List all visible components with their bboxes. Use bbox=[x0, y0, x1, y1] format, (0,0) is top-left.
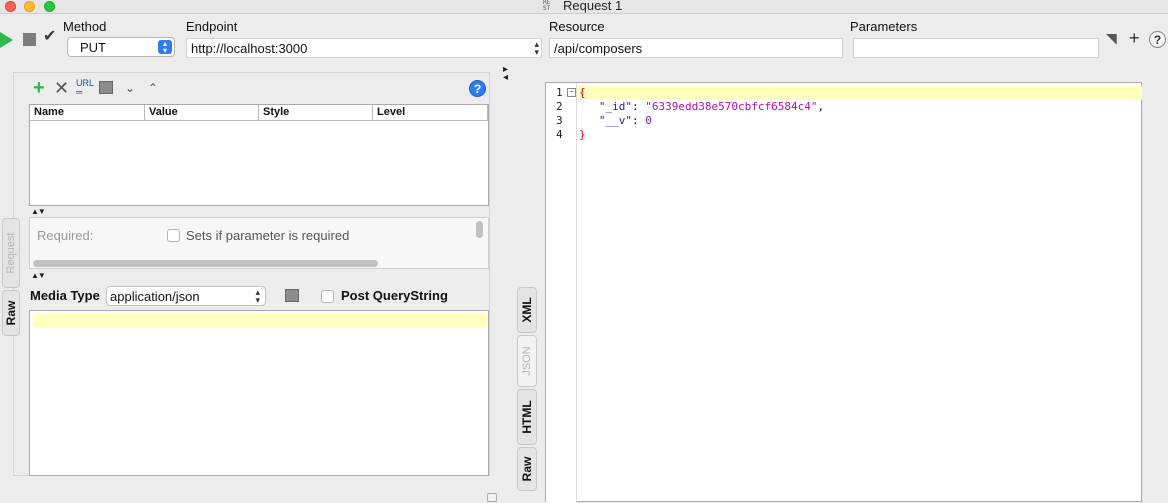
column-header-level[interactable]: Level bbox=[373, 105, 488, 121]
url-params-icon[interactable]: URL ═ bbox=[76, 79, 94, 97]
select-stepper-icon: ▴ ▾ bbox=[158, 40, 172, 55]
post-querystring-label: Post QueryString bbox=[341, 288, 448, 303]
splitter-arrows-icon[interactable]: ▲▼ bbox=[31, 272, 46, 280]
line-number-gutter bbox=[546, 83, 577, 503]
code-line: 2 "_id": "6339edd38e570cbfcf6584c4", bbox=[546, 100, 1143, 114]
method-value: PUT bbox=[80, 40, 106, 55]
params-help-icon[interactable]: ? bbox=[469, 80, 486, 97]
code-token: { bbox=[579, 86, 586, 99]
filter-icon[interactable]: ◥ bbox=[1106, 30, 1117, 47]
check-arrow-icon[interactable]: ✔ bbox=[43, 29, 56, 45]
media-type-value: application/json bbox=[110, 289, 200, 304]
required-label: Required: bbox=[37, 228, 94, 243]
run-icon[interactable] bbox=[0, 32, 13, 48]
params-grid-icon[interactable] bbox=[99, 81, 113, 94]
tab-html-label: HTML bbox=[520, 400, 534, 434]
response-editor[interactable]: − 1{2 "_id": "6339edd38e570cbfcf6584c4",… bbox=[545, 82, 1143, 503]
code-text: } bbox=[579, 128, 586, 142]
endpoint-label: Endpoint bbox=[186, 19, 238, 34]
media-type-select[interactable]: application/json ▴ ▾ bbox=[106, 286, 266, 306]
current-line-highlight bbox=[33, 314, 487, 327]
code-text: { bbox=[579, 86, 586, 100]
tab-request[interactable]: Request bbox=[2, 218, 20, 288]
tab-json[interactable]: JSON bbox=[517, 335, 537, 387]
tab-raw-response-label: Raw bbox=[520, 456, 534, 482]
title-bar: RE ST Request 1 bbox=[0, 0, 1168, 14]
params-table[interactable]: Name Value Style Level bbox=[29, 104, 489, 206]
tab-json-label: JSON bbox=[521, 346, 533, 376]
window-title: Request 1 bbox=[563, 0, 623, 13]
post-querystring-checkbox[interactable] bbox=[321, 290, 334, 303]
add-param-icon[interactable]: + bbox=[33, 78, 45, 98]
code-line: 1{ bbox=[546, 86, 1143, 100]
resource-label: Resource bbox=[549, 19, 605, 34]
media-type-label: Media Type bbox=[30, 288, 100, 303]
close-window-button[interactable] bbox=[5, 1, 16, 12]
method-label: Method bbox=[63, 19, 107, 34]
remove-param-icon[interactable]: ✕ bbox=[54, 79, 69, 97]
tab-html[interactable]: HTML bbox=[517, 389, 537, 445]
stop-icon[interactable] bbox=[23, 33, 36, 46]
parameters-label: Parameters bbox=[850, 19, 918, 34]
column-header-value[interactable]: Value bbox=[145, 105, 259, 121]
tab-raw-response[interactable]: Raw bbox=[517, 447, 537, 491]
required-checkbox[interactable] bbox=[167, 229, 180, 242]
move-up-icon[interactable]: ⌃ bbox=[148, 79, 158, 97]
resource-value: /api/composers bbox=[554, 41, 643, 56]
code-line: 3 "__v": 0 bbox=[546, 114, 1143, 128]
rest-document-icon: RE ST bbox=[543, 0, 551, 12]
tab-xml-label: XML bbox=[520, 297, 534, 323]
horizontal-scrollbar[interactable] bbox=[33, 260, 378, 267]
code-text: "__v": 0 bbox=[579, 114, 652, 128]
column-header-name[interactable]: Name bbox=[30, 105, 145, 121]
parameters-input[interactable] bbox=[853, 38, 1099, 58]
line-number: 2 bbox=[556, 100, 563, 113]
tab-request-label: Request bbox=[5, 232, 17, 274]
code-token: "6339edd38e570cbfcf6584c4" bbox=[645, 100, 818, 113]
media-options-icon[interactable] bbox=[285, 289, 299, 302]
media-type-dropdown-icon: ▴ ▾ bbox=[255, 287, 260, 305]
help-icon[interactable]: ? bbox=[1149, 31, 1166, 48]
code-token: : bbox=[632, 100, 646, 113]
line-number: 3 bbox=[556, 114, 563, 127]
code-line: 4} bbox=[546, 128, 1143, 142]
code-token: } bbox=[579, 128, 586, 141]
param-details-panel: Required: Sets if parameter is required bbox=[29, 217, 489, 269]
column-header-style[interactable]: Style bbox=[259, 105, 373, 121]
required-hint: Sets if parameter is required bbox=[186, 228, 350, 243]
method-select[interactable]: PUT ▴ ▾ bbox=[67, 37, 175, 57]
vertical-scrollbar[interactable] bbox=[476, 221, 483, 238]
tab-raw-label: Raw bbox=[4, 300, 18, 326]
resize-handle[interactable] bbox=[487, 493, 497, 502]
code-token: "_id" bbox=[598, 100, 632, 113]
code-token: "__v" bbox=[598, 114, 632, 127]
code-text: "_id": "6339edd38e570cbfcf6584c4", bbox=[579, 100, 824, 114]
request-body-editor[interactable] bbox=[29, 310, 489, 476]
tab-xml[interactable]: XML bbox=[517, 287, 537, 333]
add-icon[interactable]: + bbox=[1129, 28, 1140, 49]
code-token: , bbox=[817, 100, 825, 113]
tab-raw[interactable]: Raw bbox=[2, 290, 20, 336]
endpoint-input[interactable]: http://localhost:3000 ▴ ▾ bbox=[186, 38, 542, 58]
endpoint-value: http://localhost:3000 bbox=[191, 41, 308, 56]
code-token: 0 bbox=[645, 114, 652, 127]
collapse-arrows-icon[interactable]: ▸ ◂ bbox=[503, 65, 508, 83]
minimize-window-button[interactable] bbox=[24, 1, 35, 12]
line-number: 1 bbox=[556, 86, 563, 99]
endpoint-dropdown-icon[interactable]: ▴ ▾ bbox=[534, 40, 539, 57]
splitter-arrows-icon[interactable]: ▲▼ bbox=[31, 208, 46, 216]
move-down-icon[interactable]: ⌄ bbox=[125, 79, 135, 97]
line-number: 4 bbox=[556, 128, 563, 141]
code-token: : bbox=[632, 114, 646, 127]
zoom-window-button[interactable] bbox=[44, 1, 55, 12]
resource-input[interactable]: /api/composers bbox=[549, 38, 843, 58]
